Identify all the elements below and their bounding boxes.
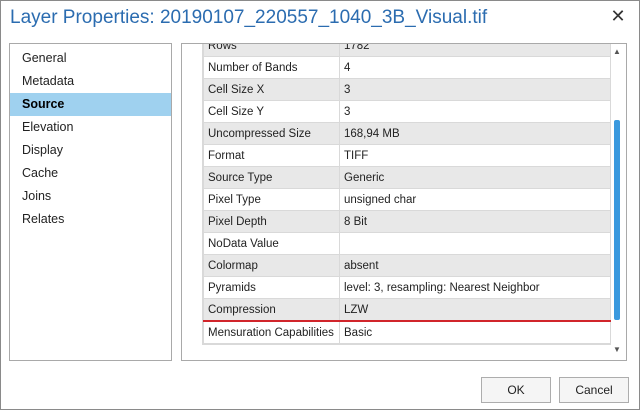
property-key: Pixel Depth xyxy=(203,210,340,233)
layer-properties-dialog: Layer Properties: 20190107_220557_1040_3… xyxy=(0,0,640,410)
sidebar-item-source[interactable]: Source xyxy=(10,93,171,116)
property-value: Generic xyxy=(339,166,611,189)
scrollbar-thumb[interactable] xyxy=(614,120,620,320)
scroll-down-icon[interactable]: ▼ xyxy=(611,344,623,356)
vertical-scrollbar[interactable]: ▲ ▼ xyxy=(611,44,623,358)
property-key: Cell Size Y xyxy=(203,100,340,123)
property-key: Uncompressed Size xyxy=(203,122,340,145)
properties-grid[interactable]: Rows 1782 Number of Bands 4 Cell Size X … xyxy=(202,44,612,345)
property-key: Format xyxy=(203,144,340,167)
sidebar: General Metadata Source Elevation Displa… xyxy=(9,43,172,361)
property-key: Number of Bands xyxy=(203,56,340,79)
table-row[interactable]: Cell Size X 3 xyxy=(203,78,611,101)
source-panel: Rows 1782 Number of Bands 4 Cell Size X … xyxy=(181,43,627,361)
property-value: unsigned char xyxy=(339,188,611,211)
table-row[interactable]: Number of Bands 4 xyxy=(203,56,611,79)
sidebar-item-cache[interactable]: Cache xyxy=(10,162,171,185)
sidebar-item-elevation[interactable]: Elevation xyxy=(10,116,171,139)
property-value: 4 xyxy=(339,56,611,79)
property-key: Colormap xyxy=(203,254,340,277)
property-value: 8 Bit xyxy=(339,210,611,233)
dialog-title: Layer Properties: 20190107_220557_1040_3… xyxy=(10,7,488,28)
sidebar-item-display[interactable]: Display xyxy=(10,139,171,162)
property-value: 1782 xyxy=(339,44,611,57)
property-key: Pixel Type xyxy=(203,188,340,211)
table-row[interactable]: Colormap absent xyxy=(203,254,611,277)
table-row[interactable]: Pixel Depth 8 Bit xyxy=(203,210,611,233)
sidebar-item-relates[interactable]: Relates xyxy=(10,208,171,231)
property-key: NoData Value xyxy=(203,232,340,255)
properties-table: Rows 1782 Number of Bands 4 Cell Size X … xyxy=(203,44,611,344)
property-value: 168,94 MB xyxy=(339,122,611,145)
table-row[interactable]: Format TIFF xyxy=(203,144,611,167)
property-value: LZW xyxy=(339,298,611,322)
table-row[interactable]: NoData Value xyxy=(203,232,611,255)
table-row-compression[interactable]: Compression LZW xyxy=(203,298,611,322)
sidebar-item-general[interactable]: General xyxy=(10,47,171,70)
property-key: Cell Size X xyxy=(203,78,340,101)
property-key: Source Type xyxy=(203,166,340,189)
property-value: 3 xyxy=(339,78,611,101)
table-row[interactable]: Uncompressed Size 168,94 MB xyxy=(203,122,611,145)
property-value: absent xyxy=(339,254,611,277)
scroll-up-icon[interactable]: ▲ xyxy=(611,46,623,58)
table-row[interactable]: Cell Size Y 3 xyxy=(203,100,611,123)
property-value: Basic xyxy=(339,320,611,344)
table-row[interactable]: Pixel Type unsigned char xyxy=(203,188,611,211)
table-row[interactable]: Rows 1782 xyxy=(203,44,611,57)
property-key: Compression xyxy=(203,298,340,322)
ok-button[interactable]: OK xyxy=(481,377,551,403)
sidebar-item-metadata[interactable]: Metadata xyxy=(10,70,171,93)
property-value: TIFF xyxy=(339,144,611,167)
table-row[interactable]: Mensuration Capabilities Basic xyxy=(203,320,611,344)
table-row[interactable]: Source Type Generic xyxy=(203,166,611,189)
close-icon[interactable]: ✕ xyxy=(607,5,629,27)
property-key: Rows xyxy=(203,44,340,57)
property-value: level: 3, resampling: Nearest Neighbor xyxy=(339,276,611,299)
title-bar: Layer Properties: 20190107_220557_1040_3… xyxy=(1,1,639,37)
property-value: 3 xyxy=(339,100,611,123)
property-value xyxy=(339,232,611,255)
cancel-button[interactable]: Cancel xyxy=(559,377,629,403)
sidebar-item-joins[interactable]: Joins xyxy=(10,185,171,208)
table-row[interactable]: Pyramids level: 3, resampling: Nearest N… xyxy=(203,276,611,299)
property-key: Mensuration Capabilities xyxy=(203,320,340,344)
property-key: Pyramids xyxy=(203,276,340,299)
